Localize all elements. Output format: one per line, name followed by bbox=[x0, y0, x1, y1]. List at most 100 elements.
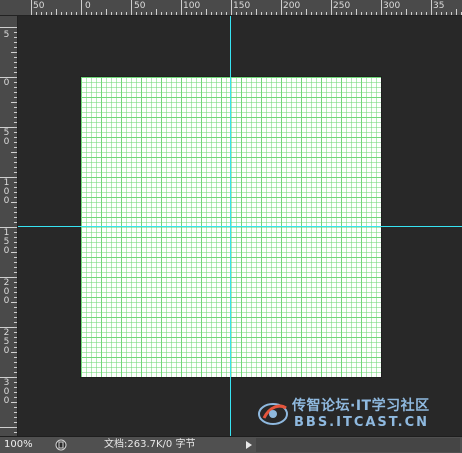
ruler-top-label: 150 bbox=[233, 1, 251, 11]
ruler-left-tick bbox=[14, 237, 17, 238]
ruler-top-tick bbox=[276, 12, 277, 15]
ruler-top-tick bbox=[191, 12, 192, 15]
ruler-left-tick bbox=[14, 272, 17, 273]
horizontal-scrollbar[interactable] bbox=[256, 438, 460, 452]
ruler-top-tick bbox=[61, 12, 62, 15]
ruler-top-tick bbox=[311, 12, 312, 15]
ruler-top-tick bbox=[296, 12, 297, 15]
ruler-top-tick bbox=[41, 12, 42, 15]
ruler-left-tick bbox=[14, 422, 17, 423]
ruler-top-tick bbox=[76, 12, 77, 15]
ruler-left-tick bbox=[14, 72, 17, 73]
ruler-top-tick bbox=[111, 12, 112, 15]
ruler-left-tick bbox=[11, 352, 17, 353]
ruler-left-tick bbox=[14, 197, 17, 198]
document-canvas[interactable] bbox=[81, 77, 381, 377]
ruler-top-tick bbox=[116, 12, 117, 15]
ruler-top-tick bbox=[121, 12, 122, 15]
ruler-left-label: 50 bbox=[3, 128, 10, 147]
ruler-top-tick bbox=[416, 12, 417, 15]
ruler-top-tick bbox=[431, 0, 432, 15]
ruler-left-tick bbox=[14, 67, 17, 68]
ruler-left-label: 5 bbox=[3, 30, 10, 40]
ruler-left-tick bbox=[14, 262, 17, 263]
ruler-top-label: 200 bbox=[283, 1, 301, 11]
ruler-left-tick bbox=[14, 167, 17, 168]
ruler-top-tick bbox=[411, 12, 412, 15]
site-watermark: 传智论坛·IT学习社区 BBS.ITCAST.CN bbox=[256, 390, 456, 436]
document-size-info: 文档:263.7K/0 字节 bbox=[104, 439, 196, 450]
ruler-left-tick bbox=[14, 412, 17, 413]
ruler-top-tick bbox=[346, 12, 347, 15]
horizontal-guide[interactable] bbox=[18, 226, 462, 227]
ruler-top-tick bbox=[51, 12, 52, 15]
ruler-top-tick bbox=[96, 12, 97, 15]
ruler-left-tick bbox=[14, 182, 17, 183]
ruler-left-tick bbox=[14, 417, 17, 418]
ruler-left-tick bbox=[14, 342, 17, 343]
ruler-left-tick bbox=[14, 357, 17, 358]
ruler-left-tick bbox=[0, 177, 17, 178]
ruler-top-tick bbox=[326, 12, 327, 15]
ruler-left-tick bbox=[14, 267, 17, 268]
ruler-top-tick bbox=[251, 12, 252, 15]
ruler-left-tick bbox=[14, 37, 17, 38]
ruler-left-tick bbox=[0, 77, 17, 78]
ruler-top-label: 50 bbox=[134, 1, 146, 11]
ruler-top-tick bbox=[301, 12, 302, 15]
ruler-left-label: 300 bbox=[3, 378, 10, 406]
ruler-top-tick bbox=[171, 12, 172, 15]
ruler-left-tick bbox=[14, 137, 17, 138]
ruler-left-tick bbox=[0, 227, 17, 228]
ruler-top-tick bbox=[236, 12, 237, 15]
ruler-left-tick bbox=[11, 252, 17, 253]
ruler-top-tick bbox=[266, 12, 267, 15]
ruler-left-tick bbox=[11, 402, 17, 403]
ruler-left-tick bbox=[14, 42, 17, 43]
ruler-left-tick bbox=[14, 397, 17, 398]
ruler-left-tick bbox=[0, 27, 17, 28]
ruler-top-tick bbox=[441, 12, 442, 15]
ruler-top-label: 35 bbox=[433, 1, 445, 11]
vertical-ruler[interactable]: 5 0 50 100 150 200 250 300 bbox=[0, 16, 18, 436]
watermark-url: BBS.ITCAST.CN bbox=[294, 415, 430, 430]
ruler-left-tick bbox=[14, 142, 17, 143]
ruler-left-tick bbox=[14, 122, 17, 123]
ruler-left-tick bbox=[14, 232, 17, 233]
horizontal-ruler[interactable]: 50 0 50 100 150 200 250 300 35 bbox=[0, 0, 462, 16]
ruler-left-tick bbox=[14, 57, 17, 58]
ruler-top-tick bbox=[436, 12, 437, 15]
ruler-top-tick bbox=[391, 12, 392, 15]
ruler-top-tick bbox=[386, 12, 387, 15]
ruler-left-tick bbox=[14, 382, 17, 383]
ruler-left-tick bbox=[14, 322, 17, 323]
ruler-top-tick bbox=[101, 12, 102, 15]
ruler-left-tick bbox=[11, 202, 17, 203]
ruler-left-tick bbox=[14, 107, 17, 108]
ruler-top-tick bbox=[176, 12, 177, 15]
ruler-top-tick bbox=[86, 12, 87, 15]
ruler-left-tick bbox=[0, 377, 17, 378]
ruler-top-tick bbox=[446, 12, 447, 15]
ruler-top-tick bbox=[426, 12, 427, 15]
ruler-left-tick bbox=[14, 207, 17, 208]
ruler-top-label: 0 bbox=[85, 1, 91, 11]
ruler-top-tick bbox=[241, 12, 242, 15]
ruler-top-tick bbox=[456, 9, 457, 15]
ruler-top-tick bbox=[371, 12, 372, 15]
ruler-left-tick bbox=[14, 157, 17, 158]
ruler-top-tick bbox=[211, 12, 212, 15]
canvas-workspace[interactable]: 传智论坛·IT学习社区 BBS.ITCAST.CN bbox=[18, 16, 462, 436]
document-status-icon[interactable] bbox=[55, 439, 67, 451]
ruler-left-tick bbox=[14, 392, 17, 393]
zoom-level-field[interactable]: 100% bbox=[2, 438, 46, 452]
ruler-left-tick bbox=[14, 332, 17, 333]
ruler-top-tick bbox=[396, 12, 397, 15]
ruler-left-label: 200 bbox=[3, 278, 10, 306]
ruler-top-label: 250 bbox=[333, 1, 351, 11]
ruler-left-tick bbox=[14, 97, 17, 98]
ruler-left-tick bbox=[14, 172, 17, 173]
ruler-top-tick bbox=[206, 9, 207, 15]
play-right-icon[interactable] bbox=[246, 441, 252, 449]
ruler-top-tick bbox=[281, 0, 282, 15]
